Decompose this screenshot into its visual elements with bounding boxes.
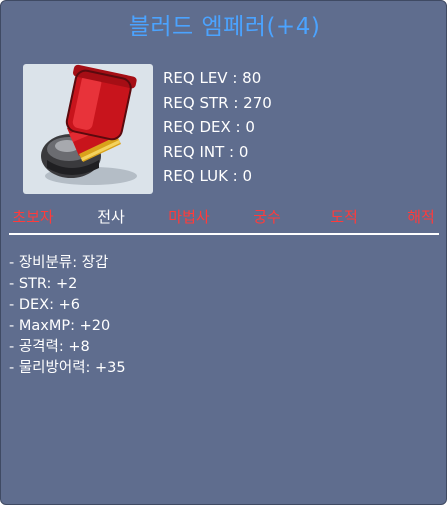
stat-str: - STR: +2 [9,276,78,292]
job-beginner: 초보자 [12,208,54,226]
stat-defense: - 물리방어력: +35 [9,360,126,376]
stats-list: - 장비분류: 장갑 - STR: +2 - DEX: +6 - MaxMP: … [9,253,126,379]
req-level: REQ LEV : 80 [163,69,262,87]
job-list: 초보자 전사 마법사 궁수 도적 해적 [1,206,447,228]
requirements-list: REQ LEV : 80 REQ STR : 270 REQ DEX : 0 R… [163,66,272,189]
item-tooltip: 블러드 엠페러(+4) REQ LEV : 80 REQ STR : 270 R… [0,0,447,505]
job-thief: 도적 [330,208,358,226]
req-dex: REQ DEX : 0 [163,118,255,136]
item-icon-frame [23,64,153,194]
stat-attack: - 공격력: +8 [9,339,90,355]
red-helmet-gauntlet-icon [41,64,137,185]
divider [9,233,439,235]
stat-maxmp: - MaxMP: +20 [9,318,111,334]
req-str: REQ STR : 270 [163,93,272,112]
job-bowman: 궁수 [253,208,281,226]
stat-dex: - DEX: +6 [9,297,80,313]
stat-category: - 장비분류: 장갑 [9,255,109,271]
job-pirate: 해적 [407,208,435,226]
job-magician: 마법사 [168,208,210,226]
req-luk: REQ LUK : 0 [163,167,253,185]
item-name: 블러드 엠페러(+4) [128,14,321,40]
job-warrior: 전사 [97,208,125,226]
req-int: REQ INT : 0 [163,142,249,161]
